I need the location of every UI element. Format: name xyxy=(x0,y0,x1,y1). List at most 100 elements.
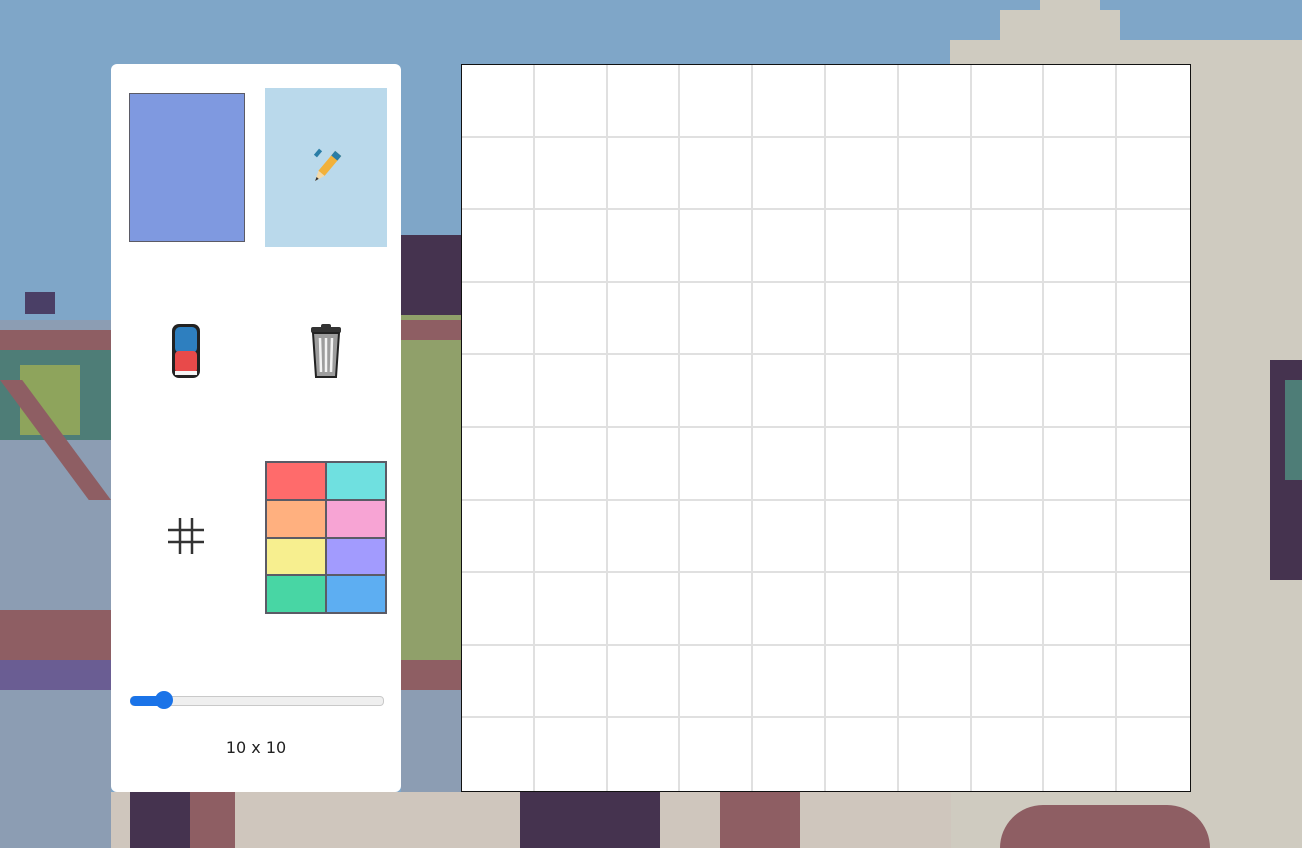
canvas-cell[interactable] xyxy=(826,573,899,646)
canvas-cell[interactable] xyxy=(462,645,535,719)
canvas-cell[interactable] xyxy=(826,645,899,719)
canvas-cell[interactable] xyxy=(680,210,754,283)
canvas-cell[interactable] xyxy=(607,645,681,719)
canvas-cell[interactable] xyxy=(680,282,754,356)
canvas-cell[interactable] xyxy=(607,355,681,428)
canvas-cell[interactable] xyxy=(898,65,972,138)
eraser-tool-button[interactable] xyxy=(129,288,243,414)
canvas-cell[interactable] xyxy=(680,65,754,138)
canvas-cell[interactable] xyxy=(1044,427,1118,501)
canvas-cell[interactable] xyxy=(1044,210,1118,283)
canvas-cell[interactable] xyxy=(1044,500,1118,574)
canvas-cell[interactable] xyxy=(1044,355,1118,428)
canvas-cell[interactable] xyxy=(753,65,826,138)
canvas-cell[interactable] xyxy=(534,718,608,791)
canvas-cell[interactable] xyxy=(607,210,681,283)
slider-thumb[interactable] xyxy=(155,691,173,709)
canvas-cell[interactable] xyxy=(607,427,681,501)
canvas-cell[interactable] xyxy=(753,355,826,428)
canvas-cell[interactable] xyxy=(971,427,1045,501)
canvas-cell[interactable] xyxy=(826,210,899,283)
canvas-cell[interactable] xyxy=(680,500,754,574)
canvas-cell[interactable] xyxy=(898,282,972,356)
canvas-cell[interactable] xyxy=(826,718,899,791)
canvas-cell[interactable] xyxy=(462,427,535,501)
palette-swatch[interactable] xyxy=(326,499,386,538)
canvas-cell[interactable] xyxy=(680,573,754,646)
canvas-cell[interactable] xyxy=(680,645,754,719)
canvas-cell[interactable] xyxy=(1044,65,1118,138)
canvas-cell[interactable] xyxy=(971,282,1045,356)
canvas-cell[interactable] xyxy=(462,137,535,211)
canvas-cell[interactable] xyxy=(607,65,681,138)
canvas-cell[interactable] xyxy=(534,210,608,283)
canvas-cell[interactable] xyxy=(534,355,608,428)
pencil-tool-button[interactable] xyxy=(265,88,387,247)
canvas-cell[interactable] xyxy=(1117,500,1190,574)
canvas-cell[interactable] xyxy=(1117,210,1190,283)
canvas-cell[interactable] xyxy=(534,65,608,138)
canvas-cell[interactable] xyxy=(753,210,826,283)
canvas-cell[interactable] xyxy=(753,137,826,211)
canvas-cell[interactable] xyxy=(971,65,1045,138)
canvas-cell[interactable] xyxy=(898,210,972,283)
palette-swatch[interactable] xyxy=(266,537,326,576)
canvas-cell[interactable] xyxy=(1117,718,1190,791)
canvas-cell[interactable] xyxy=(971,137,1045,211)
canvas-cell[interactable] xyxy=(1117,355,1190,428)
canvas-cell[interactable] xyxy=(753,573,826,646)
canvas-cell[interactable] xyxy=(971,573,1045,646)
canvas-cell[interactable] xyxy=(1117,573,1190,646)
clear-canvas-button[interactable] xyxy=(265,288,387,414)
canvas-cell[interactable] xyxy=(1117,137,1190,211)
canvas-cell[interactable] xyxy=(826,427,899,501)
grid-toggle-button[interactable] xyxy=(129,464,243,608)
canvas-cell[interactable] xyxy=(826,282,899,356)
canvas-cell[interactable] xyxy=(1044,718,1118,791)
canvas-cell[interactable] xyxy=(462,718,535,791)
canvas-cell[interactable] xyxy=(971,500,1045,574)
palette-swatch[interactable] xyxy=(326,537,386,576)
canvas-cell[interactable] xyxy=(680,137,754,211)
canvas-cell[interactable] xyxy=(462,65,535,138)
canvas-cell[interactable] xyxy=(534,500,608,574)
canvas-cell[interactable] xyxy=(607,500,681,574)
canvas-cell[interactable] xyxy=(971,718,1045,791)
palette-swatch[interactable] xyxy=(266,462,326,500)
canvas-cell[interactable] xyxy=(680,355,754,428)
canvas-cell[interactable] xyxy=(462,500,535,574)
canvas-cell[interactable] xyxy=(898,355,972,428)
canvas-cell[interactable] xyxy=(753,718,826,791)
canvas-cell[interactable] xyxy=(826,65,899,138)
canvas-cell[interactable] xyxy=(898,427,972,501)
canvas-cell[interactable] xyxy=(534,427,608,501)
palette-swatch[interactable] xyxy=(326,575,386,613)
canvas-cell[interactable] xyxy=(826,500,899,574)
canvas-cell[interactable] xyxy=(971,210,1045,283)
canvas-cell[interactable] xyxy=(826,355,899,428)
canvas-cell[interactable] xyxy=(607,137,681,211)
canvas-cell[interactable] xyxy=(680,718,754,791)
canvas-cell[interactable] xyxy=(753,500,826,574)
canvas-cell[interactable] xyxy=(898,573,972,646)
palette-swatch[interactable] xyxy=(266,575,326,613)
canvas-cell[interactable] xyxy=(1117,645,1190,719)
canvas-cell[interactable] xyxy=(462,355,535,428)
canvas-cell[interactable] xyxy=(971,355,1045,428)
canvas-cell[interactable] xyxy=(462,210,535,283)
canvas-cell[interactable] xyxy=(898,718,972,791)
canvas-cell[interactable] xyxy=(898,137,972,211)
canvas-cell[interactable] xyxy=(753,427,826,501)
canvas-cell[interactable] xyxy=(1044,137,1118,211)
palette-swatch[interactable] xyxy=(326,462,386,500)
canvas-cell[interactable] xyxy=(462,282,535,356)
canvas-cell[interactable] xyxy=(753,282,826,356)
canvas-cell[interactable] xyxy=(607,718,681,791)
canvas-cell[interactable] xyxy=(1044,645,1118,719)
canvas-cell[interactable] xyxy=(607,282,681,356)
canvas-cell[interactable] xyxy=(534,137,608,211)
canvas-cell[interactable] xyxy=(1044,573,1118,646)
canvas-cell[interactable] xyxy=(1117,282,1190,356)
canvas-cell[interactable] xyxy=(753,645,826,719)
current-color-swatch[interactable] xyxy=(129,93,245,242)
